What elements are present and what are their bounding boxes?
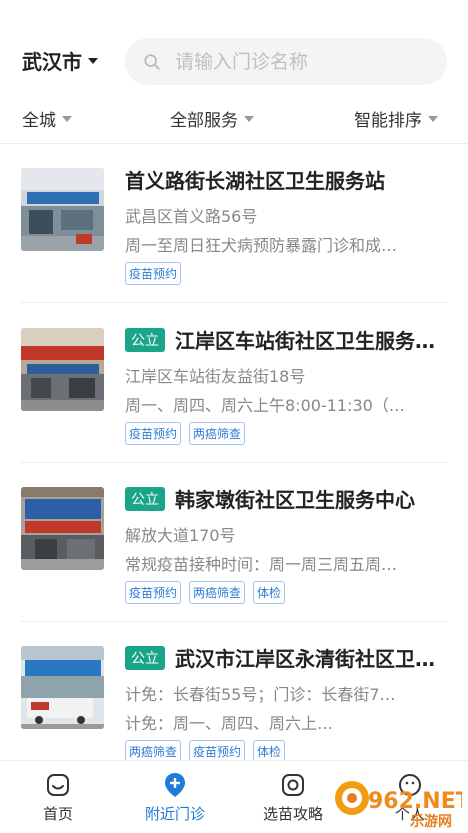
clinic-card[interactable]: 首义路街长湖社区卫生服务站 武昌区首义路56号 周一至周日狂犬病预防暴露门诊和成… bbox=[0, 145, 468, 303]
clinic-tags: 疫苗预约 两癌筛查 体检 bbox=[125, 581, 286, 604]
home-icon bbox=[47, 774, 69, 796]
filter-sort-label: 智能排序 bbox=[354, 111, 422, 131]
tag-vaccine: 疫苗预约 bbox=[125, 422, 182, 445]
location-pin-icon bbox=[165, 773, 185, 797]
watermark-logo: 962.NET 乐游网 bbox=[330, 768, 468, 830]
clinic-name: 韩家墩街社区卫生服务中心 bbox=[175, 488, 415, 512]
clinic-hours: 周一、周四、周六上午8:00-11:30（… bbox=[125, 396, 405, 415]
clinic-card[interactable]: 公立 武汉市江岸区永清街社区卫… 计免：长春街55号；门诊：长春街7… 计免：周… bbox=[0, 623, 468, 781]
public-badge: 公立 bbox=[125, 486, 165, 511]
tab-nearby[interactable]: 附近门诊 bbox=[125, 771, 225, 824]
watermark-sub: 乐游网 bbox=[410, 813, 452, 830]
tag-cancer-screening: 两癌筛查 bbox=[189, 422, 246, 445]
clinic-tags: 疫苗预约 两癌筛查 bbox=[125, 422, 246, 445]
chevron-down-icon bbox=[88, 57, 98, 64]
tag-vaccine: 疫苗预约 bbox=[125, 262, 182, 285]
filter-service-label: 全部服务 bbox=[170, 111, 238, 131]
clinic-photo bbox=[21, 646, 104, 729]
tab-nearby-label: 附近门诊 bbox=[144, 805, 205, 823]
clinic-title-row: 公立 江岸区车站街社区卫生服务… bbox=[125, 325, 446, 354]
tab-guide[interactable]: 选苗攻略 bbox=[243, 771, 343, 824]
tag-vaccine: 疫苗预约 bbox=[125, 581, 182, 604]
clinic-photo bbox=[21, 168, 104, 251]
caret-down-icon bbox=[62, 115, 72, 122]
clinic-name: 首义路街长湖社区卫生服务站 bbox=[125, 169, 385, 193]
caret-down-icon bbox=[428, 115, 438, 122]
tag-cancer-screening: 两癌筛查 bbox=[189, 581, 246, 604]
clinic-photo bbox=[21, 487, 104, 570]
clinic-name: 江岸区车站街社区卫生服务… bbox=[175, 329, 435, 353]
public-badge: 公立 bbox=[125, 327, 165, 352]
caret-down-icon bbox=[244, 115, 254, 122]
watermark-brand: 962.NET bbox=[368, 789, 462, 814]
tab-guide-label: 选苗攻略 bbox=[262, 805, 323, 823]
filter-bar: 全城 全部服务 智能排序 bbox=[0, 96, 468, 144]
vaccine-guide-icon bbox=[282, 774, 304, 796]
clinic-address: 计免：长春街55号；门诊：长春街7… bbox=[125, 685, 396, 704]
search-icon bbox=[144, 53, 160, 70]
clinic-address: 江岸区车站街友益街18号 bbox=[125, 367, 306, 386]
public-badge: 公立 bbox=[125, 645, 165, 670]
divider bbox=[20, 302, 448, 303]
clinic-hours: 周一至周日狂犬病预防暴露门诊和成… bbox=[125, 236, 398, 255]
filter-sort[interactable]: 智能排序 bbox=[354, 106, 438, 131]
clinic-title-row: 首义路街长湖社区卫生服务站 bbox=[125, 165, 446, 194]
search-bar[interactable] bbox=[125, 38, 447, 85]
clinic-hours: 计免：周一、周四、周六上… bbox=[125, 714, 334, 733]
clinic-address: 武昌区首义路56号 bbox=[125, 207, 258, 226]
clinic-address: 解放大道170号 bbox=[125, 526, 236, 545]
clinic-tags: 疫苗预约 bbox=[125, 262, 182, 285]
tag-checkup: 体检 bbox=[253, 581, 286, 604]
city-label: 武汉市 bbox=[22, 50, 82, 74]
tab-home[interactable]: 首页 bbox=[8, 771, 108, 824]
clinic-card[interactable]: 公立 江岸区车站街社区卫生服务… 江岸区车站街友益街18号 周一、周四、周六上午… bbox=[0, 305, 468, 463]
city-selector[interactable]: 武汉市 bbox=[22, 46, 98, 75]
clinic-card[interactable]: 公立 韩家墩街社区卫生服务中心 解放大道170号 常规疫苗接种时间：周一周三周五… bbox=[0, 464, 468, 622]
clinic-title-row: 公立 武汉市江岸区永清街社区卫… bbox=[125, 643, 446, 672]
clinic-hours: 常规疫苗接种时间：周一周三周五周… bbox=[125, 555, 398, 574]
clinic-title-row: 公立 韩家墩街社区卫生服务中心 bbox=[125, 484, 446, 513]
divider bbox=[20, 462, 448, 463]
filter-area[interactable]: 全城 bbox=[22, 106, 72, 131]
search-input[interactable] bbox=[175, 50, 425, 73]
tab-home-label: 首页 bbox=[42, 805, 73, 823]
filter-area-label: 全城 bbox=[22, 111, 56, 131]
clinic-name: 武汉市江岸区永清街社区卫… bbox=[175, 647, 435, 671]
header: 武汉市 bbox=[0, 0, 468, 96]
filter-service[interactable]: 全部服务 bbox=[170, 106, 254, 131]
clinic-photo bbox=[21, 328, 104, 411]
divider bbox=[20, 621, 448, 622]
